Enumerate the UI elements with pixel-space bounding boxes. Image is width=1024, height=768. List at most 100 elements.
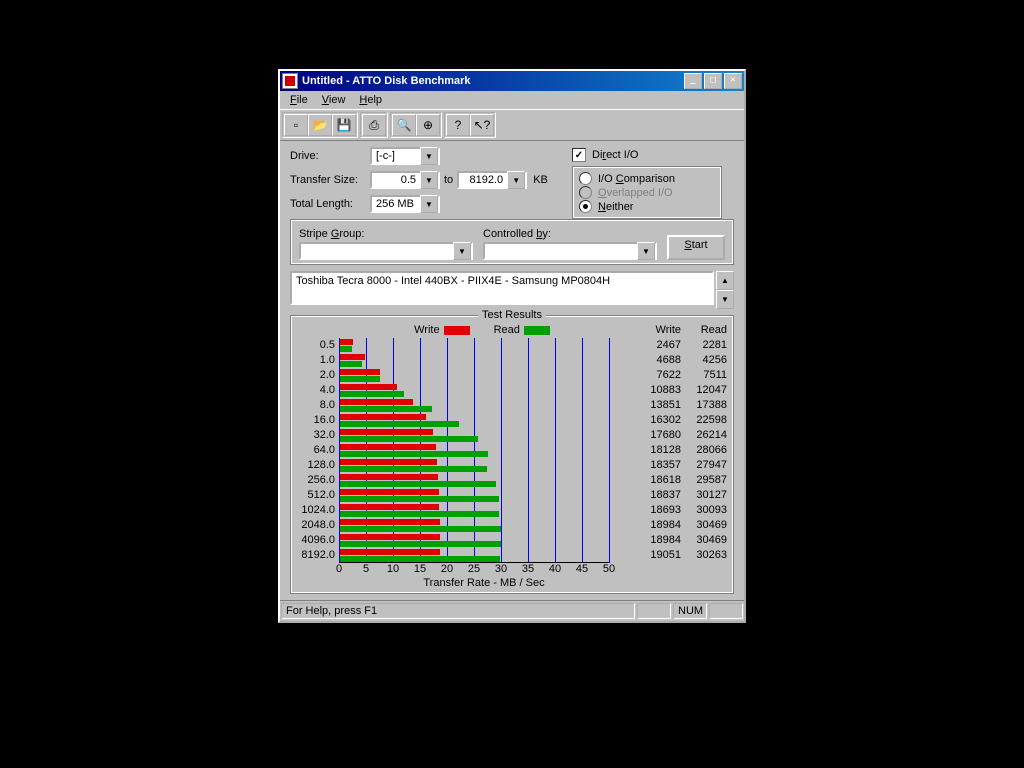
x-tick: 20 xyxy=(441,563,453,575)
y-tick: 512.0 xyxy=(297,488,335,503)
x-tick: 10 xyxy=(387,563,399,575)
values-row: 1385117388 xyxy=(635,398,727,413)
chart-legend: Write Read xyxy=(335,324,629,336)
new-icon[interactable]: ▫ xyxy=(284,114,308,136)
bar-write xyxy=(340,444,436,450)
open-icon[interactable]: 📂 xyxy=(308,114,332,136)
bar-read xyxy=(340,361,362,367)
bar-read xyxy=(340,466,487,472)
transfer-size-label: Transfer Size: xyxy=(290,174,370,186)
maximize-button[interactable]: □ xyxy=(704,73,722,89)
print-icon[interactable]: ⎙ xyxy=(362,114,386,136)
bar-read xyxy=(340,391,404,397)
bar-read xyxy=(340,481,496,487)
menu-view[interactable]: View xyxy=(316,93,352,107)
bar-write xyxy=(340,534,440,540)
bar-write xyxy=(340,519,440,525)
save-icon[interactable]: 💾 xyxy=(332,114,356,136)
bar-read xyxy=(340,346,352,352)
bar-read xyxy=(340,451,488,457)
direct-io-checkbox[interactable]: ✓ Direct I/O xyxy=(572,148,722,162)
chevron-down-icon[interactable]: ▼ xyxy=(453,242,471,260)
help-icon[interactable]: ? xyxy=(446,114,470,136)
controlled-by-select[interactable]: ▼ xyxy=(483,242,657,260)
chevron-down-icon[interactable]: ▼ xyxy=(420,195,438,213)
values-row: 1869330093 xyxy=(635,503,727,518)
x-tick: 0 xyxy=(336,563,342,575)
x-tick: 15 xyxy=(414,563,426,575)
total-length-label: Total Length: xyxy=(290,198,370,210)
values-row: 1905130263 xyxy=(635,548,727,563)
bar-read xyxy=(340,496,499,502)
chevron-down-icon[interactable]: ▼ xyxy=(420,171,438,189)
chevron-down-icon[interactable]: ▼ xyxy=(507,171,525,189)
results-title: Test Results xyxy=(478,309,546,321)
transfer-to-select[interactable]: 8192.0 ▼ xyxy=(457,171,527,189)
zoom-out-icon[interactable]: 🔍 xyxy=(392,114,416,136)
io-comparison-radio[interactable]: I/O Comparison xyxy=(579,172,715,185)
y-tick: 1024.0 xyxy=(297,503,335,518)
controlled-by-label: Controlled by: xyxy=(483,228,657,240)
total-length-select[interactable]: 256 MB ▼ xyxy=(370,195,440,213)
x-tick: 50 xyxy=(603,563,615,575)
menu-file[interactable]: File xyxy=(284,93,314,107)
status-bar: For Help, press F1 NUM xyxy=(280,600,744,621)
spin-up-icon[interactable]: ▲ xyxy=(716,271,734,290)
zoom-in-icon[interactable]: ⊕ xyxy=(416,114,440,136)
legend-read-swatch xyxy=(524,326,550,335)
bar-write xyxy=(340,429,433,435)
bar-write xyxy=(340,414,426,420)
chart-plot-area xyxy=(339,338,609,563)
drive-select[interactable]: [-c-] ▼ xyxy=(370,147,440,165)
menu-help[interactable]: Help xyxy=(353,93,388,107)
app-window: Untitled - ATTO Disk Benchmark _ □ ✕ Fil… xyxy=(278,69,746,623)
start-button[interactable]: Start xyxy=(667,235,725,260)
close-button[interactable]: ✕ xyxy=(724,73,742,89)
window-title: Untitled - ATTO Disk Benchmark xyxy=(302,75,684,87)
chevron-down-icon[interactable]: ▼ xyxy=(637,242,655,260)
y-tick: 2048.0 xyxy=(297,518,335,533)
values-row: 24672281 xyxy=(635,338,727,353)
results-values: 2467228146884256762275111088312047138511… xyxy=(629,338,727,589)
y-tick: 32.0 xyxy=(297,428,335,443)
toolbar: ▫ 📂 💾 ⎙ 🔍 ⊕ ? ↖? xyxy=(280,109,744,141)
status-pane-blank xyxy=(637,603,671,619)
x-tick: 45 xyxy=(576,563,588,575)
spin-down-icon[interactable]: ▼ xyxy=(716,290,734,309)
bar-read xyxy=(340,556,500,562)
whatsthis-icon[interactable]: ↖? xyxy=(470,114,494,136)
values-row: 1883730127 xyxy=(635,488,727,503)
transfer-from-select[interactable]: 0.5 ▼ xyxy=(370,171,440,189)
y-tick: 8192.0 xyxy=(297,548,335,563)
y-tick: 4.0 xyxy=(297,383,335,398)
status-help-text: For Help, press F1 xyxy=(281,603,635,619)
overlapped-io-radio: Overlapped I/O xyxy=(579,186,715,199)
write-column-header: Write xyxy=(635,324,681,336)
bar-write xyxy=(340,354,365,360)
bar-read xyxy=(340,541,501,547)
chart-y-labels: 0.51.02.04.08.016.032.064.0128.0256.0512… xyxy=(297,338,339,589)
y-tick: 0.5 xyxy=(297,338,335,353)
bar-write xyxy=(340,489,439,495)
x-tick: 40 xyxy=(549,563,561,575)
title-bar[interactable]: Untitled - ATTO Disk Benchmark _ □ ✕ xyxy=(280,71,744,91)
description-text[interactable]: Toshiba Tecra 8000 - Intel 440BX - PIIX4… xyxy=(290,271,714,305)
legend-write-label: Write xyxy=(414,324,439,336)
values-row: 1861829587 xyxy=(635,473,727,488)
stripe-group-select[interactable]: ▼ xyxy=(299,242,473,260)
test-results-group: Test Results Write Read Write Read xyxy=(290,315,734,594)
minimize-button[interactable]: _ xyxy=(684,73,702,89)
values-row: 1898430469 xyxy=(635,518,727,533)
neither-radio[interactable]: Neither xyxy=(579,200,715,213)
bar-read xyxy=(340,406,432,412)
bar-write xyxy=(340,549,440,555)
legend-read-label: Read xyxy=(494,324,520,336)
y-tick: 2.0 xyxy=(297,368,335,383)
y-tick: 256.0 xyxy=(297,473,335,488)
bar-write xyxy=(340,369,380,375)
chevron-down-icon[interactable]: ▼ xyxy=(420,147,438,165)
values-row: 1898430469 xyxy=(635,533,727,548)
stripe-group-label: Stripe Group: xyxy=(299,228,473,240)
to-label: to xyxy=(444,174,453,186)
y-tick: 128.0 xyxy=(297,458,335,473)
